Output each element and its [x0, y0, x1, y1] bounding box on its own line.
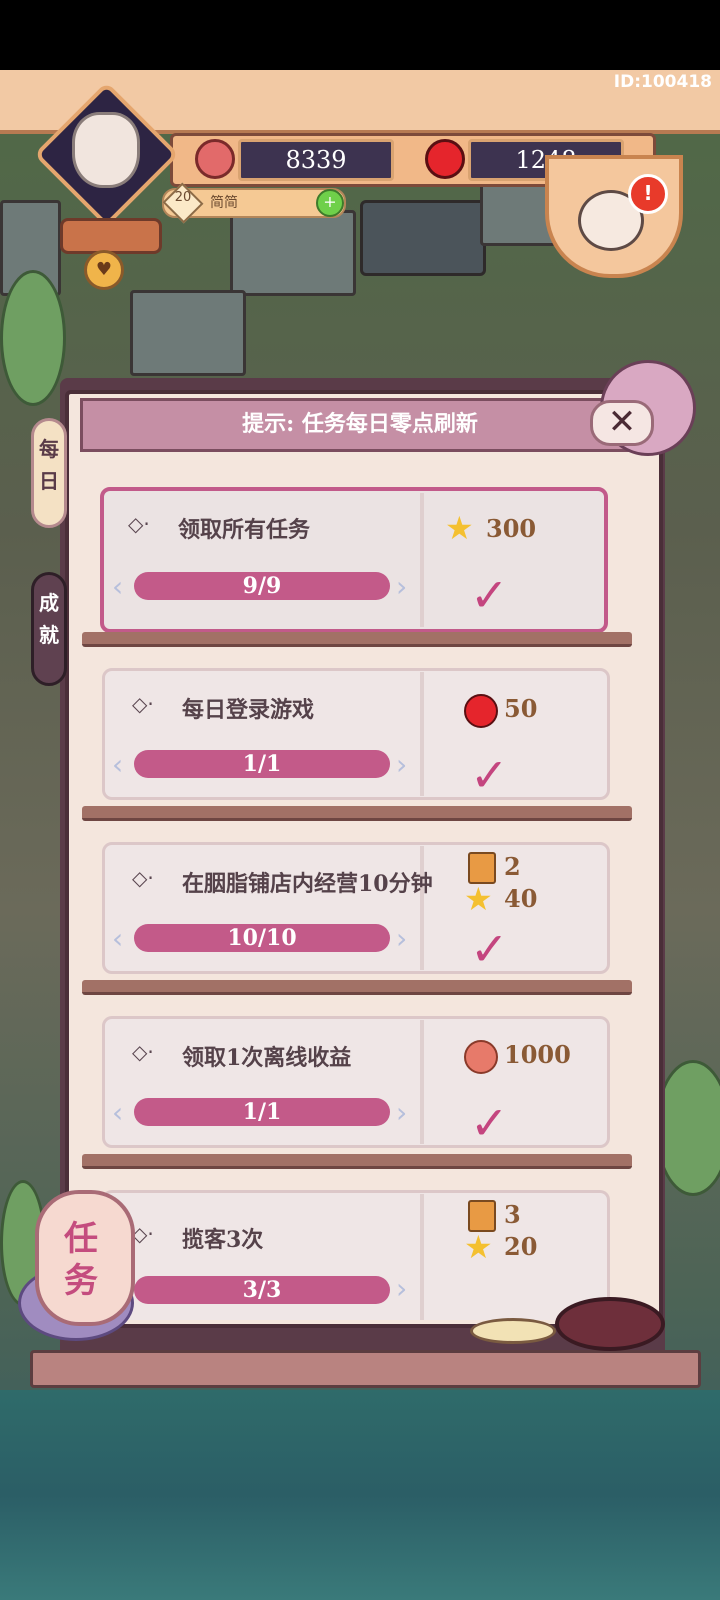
- panel-base: [30, 1350, 701, 1388]
- shelf: [82, 806, 632, 821]
- dish-decoration: [470, 1318, 556, 1344]
- task-progress: 10/10: [134, 924, 390, 952]
- task-progress: 9/9: [134, 572, 390, 600]
- reward-amount: 2: [504, 852, 521, 881]
- reward-amount: 50: [504, 694, 538, 723]
- reward-amount: 300: [486, 514, 537, 543]
- card-divider: [420, 493, 424, 627]
- reward-amount: 1000: [504, 1040, 571, 1069]
- task-diamond-icon: ◇·: [128, 512, 150, 536]
- card-divider: [420, 1194, 424, 1320]
- arrow-left-icon: ‹: [112, 748, 124, 781]
- task-title: 每日登录游戏: [182, 697, 315, 723]
- avatar[interactable]: [72, 112, 140, 188]
- tab-daily[interactable]: 每日: [31, 418, 67, 528]
- arrow-left-icon: ‹: [112, 1096, 124, 1129]
- task-title: 在胭脂铺店内经营10分钟: [182, 871, 433, 897]
- star-icon: ★: [464, 880, 493, 918]
- task-diamond-icon: ◇·: [132, 1040, 154, 1064]
- task-title: 领取1次离线收益: [182, 1045, 352, 1071]
- heart-currency-icon: [195, 139, 235, 179]
- river: [0, 1390, 720, 1600]
- shelf: [82, 632, 632, 647]
- task-diamond-icon: ◇·: [132, 866, 154, 890]
- background-house: [130, 290, 246, 376]
- rouge-bowl-decoration: [555, 1297, 665, 1351]
- star-icon: ★: [464, 1228, 493, 1266]
- task-progress: 1/1: [134, 750, 390, 778]
- shelf: [82, 980, 632, 995]
- reward-amount: 20: [504, 1232, 538, 1261]
- arrow-left-icon: ‹: [112, 570, 124, 603]
- task-title: 领取所有任务: [178, 517, 311, 543]
- task-progress: 3/3: [134, 1276, 390, 1304]
- gem-icon: [464, 694, 498, 728]
- task-card: [100, 487, 608, 633]
- card-divider: [420, 846, 424, 970]
- shelf: [82, 1154, 632, 1169]
- player-name: 简简: [210, 195, 238, 211]
- claimed-check-icon: ✓: [470, 1096, 509, 1150]
- scroll-menu-icon[interactable]: [60, 218, 162, 254]
- tab-achievement[interactable]: 成就: [31, 572, 67, 686]
- arrow-right-icon: ›: [396, 922, 408, 955]
- refresh-hint: 提示: 任务每日零点刷新: [242, 411, 478, 437]
- star-icon: ★: [445, 509, 474, 547]
- reward-amount: 40: [504, 884, 538, 913]
- heart-icon: [464, 1040, 498, 1074]
- task-title: 揽客3次: [182, 1227, 264, 1253]
- card-divider: [420, 672, 424, 796]
- alert-badge[interactable]: !: [628, 174, 668, 214]
- reward-amount: 3: [504, 1200, 521, 1229]
- task-diamond-icon: ◇·: [132, 692, 154, 716]
- arrow-right-icon: ›: [396, 570, 408, 603]
- claimed-check-icon: ✓: [470, 922, 509, 976]
- arrow-left-icon: ‹: [112, 922, 124, 955]
- user-id: ID:100418: [613, 72, 712, 92]
- task-card: [102, 668, 610, 800]
- arrow-right-icon: ›: [396, 1272, 408, 1305]
- background-tree: [0, 270, 66, 406]
- hearts-count: 8339: [238, 139, 394, 181]
- task-progress: 1/1: [134, 1098, 390, 1126]
- claimed-check-icon: ✓: [470, 568, 509, 622]
- claimed-check-icon: ✓: [470, 748, 509, 802]
- arrow-right-icon: ›: [396, 748, 408, 781]
- status-bar: [0, 0, 720, 70]
- task-diamond-icon: ◇·: [132, 1222, 154, 1246]
- level-number: 20: [174, 190, 192, 205]
- add-button[interactable]: +: [316, 189, 344, 217]
- card-divider: [420, 1020, 424, 1144]
- task-card: [102, 1016, 610, 1148]
- gem-currency-icon[interactable]: [425, 139, 465, 179]
- arrow-right-icon: ›: [396, 1096, 408, 1129]
- lantern-label: 任务: [64, 1219, 98, 1301]
- background-roof: [360, 200, 486, 276]
- close-button[interactable]: ✕: [590, 400, 654, 446]
- heart-coin-icon[interactable]: ♥: [84, 250, 124, 290]
- background-house: [230, 210, 356, 296]
